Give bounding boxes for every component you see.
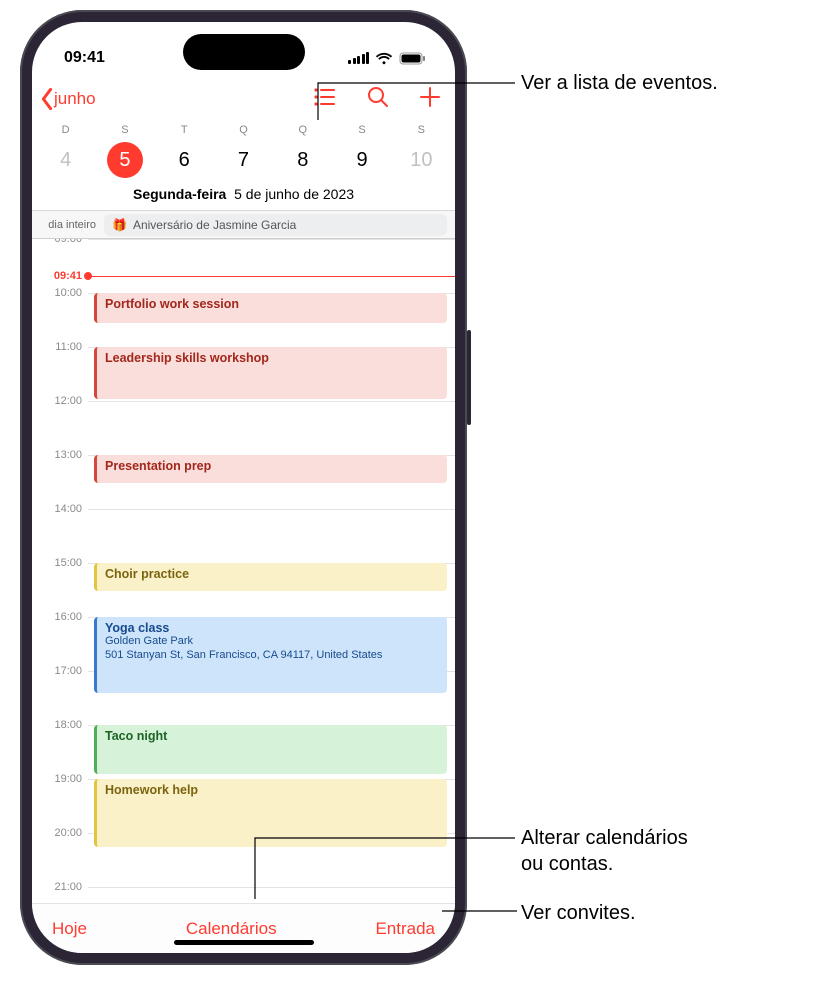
hour-label: 20:00 bbox=[32, 827, 82, 839]
date-cell[interactable]: 9 bbox=[332, 142, 391, 178]
hour-label: 12:00 bbox=[32, 395, 82, 407]
callout-calendars: Alterar calendáriosou contas. bbox=[521, 825, 688, 877]
allday-event-title: Aniversário de Jasmine Garcia bbox=[133, 218, 296, 232]
event-subtitle: 501 Stanyan St, San Francisco, CA 94117,… bbox=[105, 649, 439, 663]
back-button[interactable]: junho bbox=[38, 87, 96, 111]
bottom-toolbar: Hoje Calendários Entrada bbox=[32, 903, 455, 953]
event-title: Leadership skills workshop bbox=[105, 351, 439, 365]
timeline[interactable]: 09:00 10:00 11:00 12:00 13:00 14:00 15:00 16:00… bbox=[32, 239, 455, 903]
dow-label: Q bbox=[214, 124, 273, 136]
week-dates: 4 5 6 7 8 9 10 bbox=[32, 136, 455, 182]
calendar-event[interactable]: Choir practice bbox=[94, 563, 447, 591]
date-cell[interactable]: 10 bbox=[392, 142, 451, 178]
date-cell[interactable]: 7 bbox=[214, 142, 273, 178]
hour-label: 13:00 bbox=[32, 449, 82, 461]
event-title: Presentation prep bbox=[105, 459, 439, 473]
calendar-event[interactable]: Leadership skills workshop bbox=[94, 347, 447, 399]
hour-label: 19:00 bbox=[32, 773, 82, 785]
back-label: junho bbox=[54, 89, 96, 109]
dow-label: T bbox=[155, 124, 214, 136]
hour-label: 10:00 bbox=[32, 287, 82, 299]
side-button bbox=[467, 330, 471, 425]
calendar-event[interactable]: Portfolio work session bbox=[94, 293, 447, 323]
date-cell[interactable]: 6 bbox=[155, 142, 214, 178]
now-dot bbox=[84, 272, 92, 280]
calendar-event[interactable]: Presentation prep bbox=[94, 455, 447, 483]
allday-event[interactable]: 🎁 Aniversário de Jasmine Garcia bbox=[104, 214, 447, 236]
hour-label: 14:00 bbox=[32, 503, 82, 515]
home-indicator bbox=[174, 940, 314, 945]
callout-inbox: Ver convites. bbox=[521, 900, 636, 926]
date-cell[interactable]: 8 bbox=[273, 142, 332, 178]
dow-label: S bbox=[95, 124, 154, 136]
now-line bbox=[88, 276, 455, 277]
callout-line bbox=[318, 83, 518, 123]
event-title: Taco night bbox=[105, 729, 439, 743]
dow-label: D bbox=[36, 124, 95, 136]
iphone-frame: 09:41 junho bbox=[20, 10, 467, 965]
calendars-button[interactable]: Calendários bbox=[186, 919, 277, 939]
allday-row: dia inteiro 🎁 Aniversário de Jasmine Gar… bbox=[32, 211, 455, 239]
dow-label: S bbox=[332, 124, 391, 136]
date-cell-selected[interactable]: 5 bbox=[95, 142, 154, 178]
hour-label: 09:00 bbox=[32, 239, 82, 245]
cellular-icon bbox=[348, 52, 369, 64]
callout-line bbox=[442, 911, 517, 913]
callout-list-view: Ver a lista de eventos. bbox=[521, 70, 718, 96]
calendar-event[interactable]: Taco night bbox=[94, 725, 447, 774]
event-title: Portfolio work session bbox=[105, 297, 439, 311]
clock: 09:41 bbox=[64, 49, 105, 67]
event-title: Homework help bbox=[105, 783, 439, 797]
hour-label: 16:00 bbox=[32, 611, 82, 623]
full-date-label: Segunda-feira 5 de junho de 2023 bbox=[32, 182, 455, 211]
hour-label: 15:00 bbox=[32, 557, 82, 569]
date-cell[interactable]: 4 bbox=[36, 142, 95, 178]
callout-line bbox=[255, 838, 515, 908]
hour-label: 11:00 bbox=[32, 341, 82, 353]
now-label: 09:41 bbox=[32, 270, 82, 282]
dow-label: S bbox=[392, 124, 451, 136]
gift-icon: 🎁 bbox=[112, 218, 127, 232]
event-subtitle: Golden Gate Park bbox=[105, 635, 439, 649]
today-button[interactable]: Hoje bbox=[52, 919, 87, 939]
dow-label: Q bbox=[273, 124, 332, 136]
event-title: Yoga class bbox=[105, 621, 439, 635]
calendar-event[interactable]: Homework help bbox=[94, 779, 447, 847]
event-title: Choir practice bbox=[105, 567, 439, 581]
calendar-event[interactable]: Yoga classGolden Gate Park501 Stanyan St… bbox=[94, 617, 447, 693]
allday-label: dia inteiro bbox=[32, 219, 104, 231]
hour-label: 18:00 bbox=[32, 719, 82, 731]
weekday-header: D S T Q Q S S bbox=[32, 122, 455, 136]
dynamic-island bbox=[183, 34, 305, 70]
wifi-icon bbox=[375, 52, 393, 65]
inbox-button[interactable]: Entrada bbox=[375, 919, 435, 939]
hour-label: 21:00 bbox=[32, 881, 82, 893]
battery-icon bbox=[399, 52, 427, 65]
hour-label: 17:00 bbox=[32, 665, 82, 677]
